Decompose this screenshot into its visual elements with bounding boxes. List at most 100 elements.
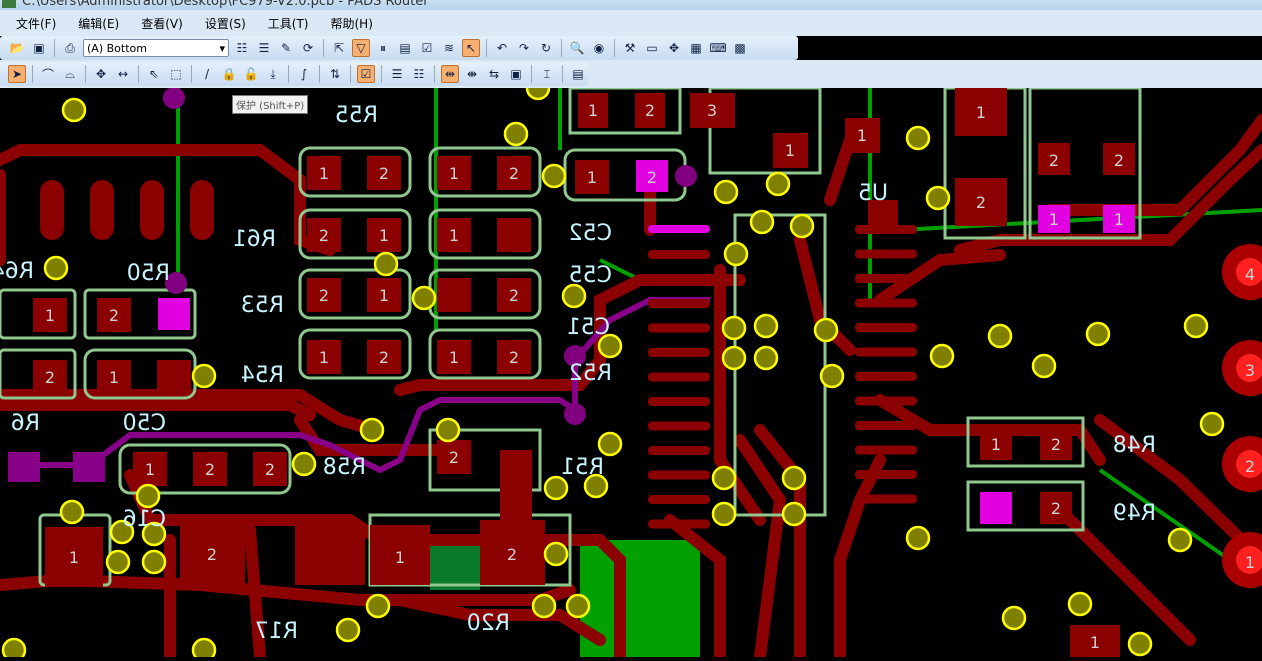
pads-logo-icon[interactable]: ▩	[731, 39, 749, 57]
filter-icon[interactable]: ⇱	[330, 39, 348, 57]
properties-icon[interactable]: ☷	[233, 39, 251, 57]
ic-pin	[648, 495, 710, 504]
add-via-icon[interactable]: ⌒	[39, 65, 57, 83]
pin-number: 1	[449, 164, 459, 183]
pin-number: 2	[109, 306, 119, 325]
lock-icon[interactable]: 🔒	[220, 65, 238, 83]
select-icon[interactable]: ➤	[8, 65, 26, 83]
list-icon[interactable]: ☰	[255, 39, 273, 57]
pin-number: 1	[379, 286, 389, 305]
pin-number: 1	[785, 141, 795, 160]
ic-pin	[855, 445, 917, 455]
print-icon[interactable]: ⎙	[61, 39, 79, 57]
add-via2-icon[interactable]: ⌓	[61, 65, 79, 83]
pcb-canvas[interactable]: R55 R61 R50 R53 R54 R64 C52 C55 C51 R52 …	[0, 75, 1262, 661]
label-c52: C52	[569, 221, 612, 246]
checklist-icon[interactable]: ☰	[388, 65, 406, 83]
ic-pin	[855, 225, 917, 234]
move-icon[interactable]: ✥	[92, 65, 110, 83]
flashlight-icon[interactable]: ✎	[277, 39, 295, 57]
via	[565, 593, 591, 619]
via	[335, 617, 361, 643]
via-down-icon[interactable]: ⤓	[264, 65, 282, 83]
label-u5: U5	[858, 181, 888, 206]
ic-pins	[648, 225, 917, 529]
via	[43, 255, 69, 281]
report-icon[interactable]: ▤	[569, 65, 587, 83]
checklist2-icon[interactable]: ☷	[410, 65, 428, 83]
zoom-icon[interactable]: 🔍	[568, 39, 586, 57]
route-icon[interactable]: ▤	[396, 39, 414, 57]
label-r58: R58	[323, 455, 366, 480]
pcb-layout[interactable]: R55 R61 R50 R53 R54 R64 C52 C55 C51 R52 …	[0, 75, 1262, 661]
verify-icon[interactable]: ☑	[418, 39, 436, 57]
via	[1085, 321, 1111, 347]
swap-icon[interactable]: ⇆	[485, 65, 503, 83]
compress-icon[interactable]: ⇼	[463, 65, 481, 83]
window-icon[interactable]: ▭	[643, 39, 661, 57]
move-icon[interactable]: ✥	[665, 39, 683, 57]
label-r48: R48	[1113, 433, 1156, 458]
save-icon[interactable]: ▣	[30, 39, 48, 57]
layer-select[interactable]: (A) Bottom ▾	[83, 39, 229, 57]
label-r51: R51	[561, 455, 604, 480]
height-icon[interactable]: ⌶	[538, 65, 556, 83]
label-r50: R50	[127, 261, 170, 286]
unlock-icon[interactable]: 🔓	[242, 65, 260, 83]
via	[753, 313, 779, 339]
corner-icon[interactable]: ⇖	[145, 65, 163, 83]
ic-pin	[648, 470, 710, 480]
view-icon[interactable]: ◉	[590, 39, 608, 57]
box-select-icon[interactable]: ⬚	[167, 65, 185, 83]
menu-help[interactable]: 帮助(H)	[331, 15, 373, 32]
curve-icon[interactable]: ∫	[295, 65, 313, 83]
spacing-icon[interactable]: ⇹	[441, 65, 459, 83]
via	[1001, 605, 1027, 631]
via	[1031, 353, 1057, 379]
refresh-icon[interactable]: ⟳	[299, 39, 317, 57]
via	[135, 483, 161, 509]
menu-view[interactable]: 查看(V)	[141, 15, 183, 32]
stretch-icon[interactable]: ↔	[114, 65, 132, 83]
menu-tools[interactable]: 工具(T)	[268, 15, 309, 32]
tune-icon[interactable]: ⇅	[326, 65, 344, 83]
menu-edit[interactable]: 编辑(E)	[78, 15, 119, 32]
ic-pin	[648, 397, 710, 406]
pin-number: 1	[1114, 210, 1124, 229]
pin-number: 1	[395, 548, 405, 567]
redo-icon[interactable]: ↷	[515, 39, 533, 57]
autoroute-icon[interactable]: ≋	[440, 39, 458, 57]
drc-filter-icon[interactable]: ▽	[352, 39, 370, 57]
spreadsheet-icon[interactable]: ▦	[687, 39, 705, 57]
open-icon[interactable]: 📂	[8, 39, 26, 57]
interactive-route-icon[interactable]: ↖	[462, 39, 480, 57]
menu-setup[interactable]: 设置(S)	[205, 15, 246, 32]
pin-number: 2	[509, 348, 519, 367]
keyboard-icon[interactable]: ⌨	[709, 39, 727, 57]
pause-icon[interactable]: ⏸	[374, 39, 392, 57]
label-r49: R49	[1113, 501, 1156, 526]
redraw-icon[interactable]: ↻	[537, 39, 555, 57]
undo-icon[interactable]: ↶	[493, 39, 511, 57]
main-toolbar: 📂 ▣ ⎙ (A) Bottom ▾ ☷ ☰ ✎ ⟳ ⇱ ▽ ⏸ ▤ ☑ ≋ ↖ …	[0, 36, 798, 60]
trace-icon[interactable]: /	[198, 65, 216, 83]
pin-number: 1	[379, 226, 389, 245]
ic-pin	[855, 298, 917, 308]
ic-pin	[855, 494, 917, 504]
hammer-icon[interactable]: ⚒	[621, 39, 639, 57]
ic-pin	[648, 299, 710, 308]
pin-number: 1	[449, 348, 459, 367]
pin-number: 1	[109, 368, 119, 387]
chip-icon[interactable]: ▣	[507, 65, 525, 83]
via	[543, 541, 569, 567]
drc-icon[interactable]: ☑	[357, 65, 375, 83]
route-toolbar: ➤ ⌒ ⌓ ✥ ↔ ⇖ ⬚ / 🔒 🔓 ⤓ ∫ ⇅ ☑ ☰ ☷ ⇹ ⇼ ⇆ ▣ …	[0, 62, 588, 86]
via	[765, 171, 791, 197]
menu-file[interactable]: 文件(F)	[16, 15, 56, 32]
label-c50: C50	[123, 411, 166, 436]
ic-pin	[648, 274, 710, 284]
via	[105, 549, 131, 575]
pin-number: 2	[319, 286, 329, 305]
pin-number: 2	[265, 460, 275, 479]
pin-number: 2	[379, 348, 389, 367]
